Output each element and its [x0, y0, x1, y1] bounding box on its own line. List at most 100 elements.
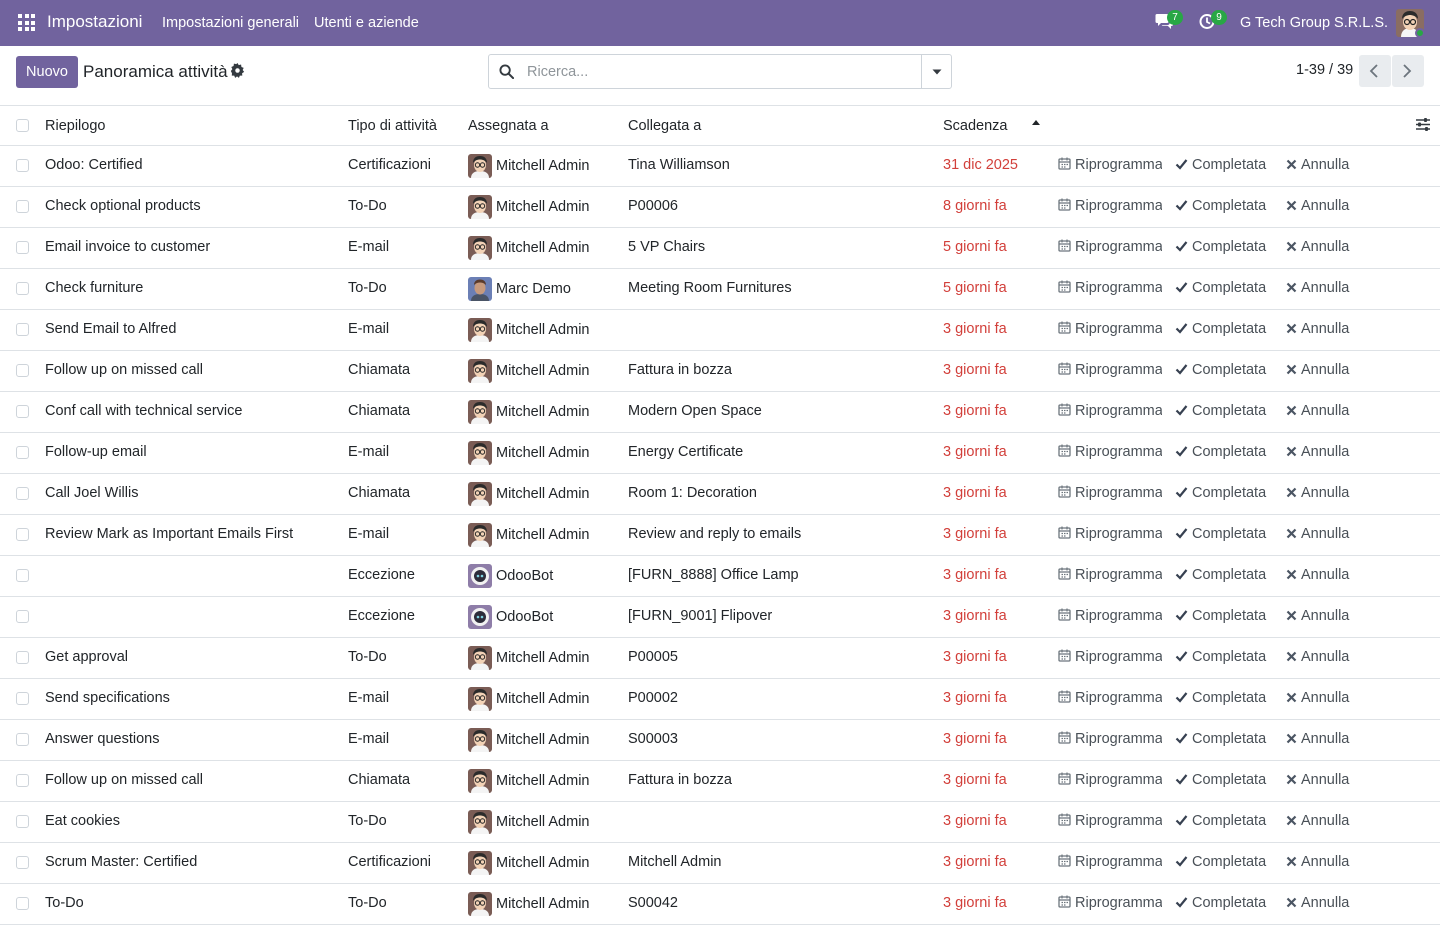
- table-row[interactable]: Email invoice to customer E-mail Mitchel…: [0, 228, 1440, 269]
- reschedule-button[interactable]: Riprogramma: [1058, 280, 1162, 296]
- column-activity-type[interactable]: Tipo di attività: [348, 118, 437, 134]
- row-checkbox[interactable]: [16, 692, 29, 705]
- menu-users-companies[interactable]: Utenti e aziende: [314, 15, 419, 31]
- row-checkbox[interactable]: [16, 241, 29, 254]
- mark-done-button[interactable]: Completata: [1175, 403, 1266, 419]
- column-summary[interactable]: Riepilogo: [45, 118, 105, 134]
- reschedule-button[interactable]: Riprogramma: [1058, 854, 1162, 870]
- row-checkbox[interactable]: [16, 159, 29, 172]
- reschedule-button[interactable]: Riprogramma: [1058, 526, 1162, 542]
- new-button[interactable]: Nuovo: [16, 56, 78, 88]
- cancel-activity-button[interactable]: Annulla: [1286, 403, 1349, 419]
- row-checkbox[interactable]: [16, 774, 29, 787]
- search-options-toggle[interactable]: [921, 55, 951, 88]
- mark-done-button[interactable]: Completata: [1175, 157, 1266, 173]
- mark-done-button[interactable]: Completata: [1175, 608, 1266, 624]
- messages-button[interactable]: 7: [1155, 10, 1183, 35]
- gear-icon[interactable]: [230, 63, 245, 78]
- column-deadline[interactable]: Scadenza: [943, 118, 1008, 134]
- column-assigned-to[interactable]: Assegnata a: [468, 118, 549, 134]
- mark-done-button[interactable]: Completata: [1175, 813, 1266, 829]
- row-checkbox[interactable]: [16, 569, 29, 582]
- row-checkbox[interactable]: [16, 323, 29, 336]
- reschedule-button[interactable]: Riprogramma: [1058, 321, 1162, 337]
- table-row[interactable]: Call Joel Willis Chiamata Mitchell Admin…: [0, 474, 1440, 515]
- table-row[interactable]: Scrum Master: Certified Certificazioni M…: [0, 843, 1440, 884]
- mark-done-button[interactable]: Completata: [1175, 854, 1266, 870]
- row-checkbox[interactable]: [16, 446, 29, 459]
- row-checkbox[interactable]: [16, 815, 29, 828]
- reschedule-button[interactable]: Riprogramma: [1058, 895, 1162, 911]
- mark-done-button[interactable]: Completata: [1175, 649, 1266, 665]
- cancel-activity-button[interactable]: Annulla: [1286, 567, 1349, 583]
- reschedule-button[interactable]: Riprogramma: [1058, 813, 1162, 829]
- mark-done-button[interactable]: Completata: [1175, 731, 1266, 747]
- cancel-activity-button[interactable]: Annulla: [1286, 485, 1349, 501]
- table-row[interactable]: Eccezione OdooBot [FURN_8888] Office Lam…: [0, 556, 1440, 597]
- mark-done-button[interactable]: Completata: [1175, 772, 1266, 788]
- table-row[interactable]: Get approval To-Do Mitchell Admin P00005…: [0, 638, 1440, 679]
- cell-linked-to[interactable]: Review and reply to emails: [628, 526, 801, 542]
- reschedule-button[interactable]: Riprogramma: [1058, 731, 1162, 747]
- mark-done-button[interactable]: Completata: [1175, 895, 1266, 911]
- reschedule-button[interactable]: Riprogramma: [1058, 772, 1162, 788]
- pager-next-button[interactable]: [1392, 55, 1424, 87]
- cancel-activity-button[interactable]: Annulla: [1286, 362, 1349, 378]
- row-checkbox[interactable]: [16, 282, 29, 295]
- company-switcher[interactable]: G Tech Group S.R.L.S.: [1240, 15, 1388, 31]
- mark-done-button[interactable]: Completata: [1175, 567, 1266, 583]
- cancel-activity-button[interactable]: Annulla: [1286, 157, 1349, 173]
- pager-previous-button[interactable]: [1359, 55, 1391, 87]
- row-checkbox[interactable]: [16, 651, 29, 664]
- table-row[interactable]: Odoo: Certified Certificazioni Mitchell …: [0, 146, 1440, 187]
- cancel-activity-button[interactable]: Annulla: [1286, 198, 1349, 214]
- table-row[interactable]: Review Mark as Important Emails First E-…: [0, 515, 1440, 556]
- mark-done-button[interactable]: Completata: [1175, 690, 1266, 706]
- cancel-activity-button[interactable]: Annulla: [1286, 526, 1349, 542]
- app-menu-grid-icon[interactable]: [18, 14, 35, 31]
- cancel-activity-button[interactable]: Annulla: [1286, 239, 1349, 255]
- cancel-activity-button[interactable]: Annulla: [1286, 813, 1349, 829]
- reschedule-button[interactable]: Riprogramma: [1058, 690, 1162, 706]
- cell-linked-to[interactable]: Fattura in bozza: [628, 772, 732, 788]
- reschedule-button[interactable]: Riprogramma: [1058, 157, 1162, 173]
- cancel-activity-button[interactable]: Annulla: [1286, 321, 1349, 337]
- row-checkbox[interactable]: [16, 528, 29, 541]
- table-row[interactable]: Follow up on missed call Chiamata Mitche…: [0, 761, 1440, 802]
- mark-done-button[interactable]: Completata: [1175, 444, 1266, 460]
- reschedule-button[interactable]: Riprogramma: [1058, 649, 1162, 665]
- table-row[interactable]: Check furniture To-Do Marc Demo Meeting …: [0, 269, 1440, 310]
- cell-linked-to[interactable]: S00003: [628, 731, 678, 747]
- mark-done-button[interactable]: Completata: [1175, 362, 1266, 378]
- cell-linked-to[interactable]: Modern Open Space: [628, 403, 762, 419]
- row-checkbox[interactable]: [16, 364, 29, 377]
- cell-linked-to[interactable]: Energy Certificate: [628, 444, 743, 460]
- menu-general-settings[interactable]: Impostazioni generali: [162, 15, 299, 31]
- table-row[interactable]: Follow up on missed call Chiamata Mitche…: [0, 351, 1440, 392]
- cell-linked-to[interactable]: Tina Williamson: [628, 157, 730, 173]
- row-checkbox[interactable]: [16, 487, 29, 500]
- table-row[interactable]: Send specifications E-mail Mitchell Admi…: [0, 679, 1440, 720]
- table-row[interactable]: Eccezione OdooBot [FURN_9001] Flipover 3…: [0, 597, 1440, 638]
- cell-linked-to[interactable]: Room 1: Decoration: [628, 485, 757, 501]
- row-checkbox[interactable]: [16, 200, 29, 213]
- cell-linked-to[interactable]: S00042: [628, 895, 678, 911]
- reschedule-button[interactable]: Riprogramma: [1058, 567, 1162, 583]
- reschedule-button[interactable]: Riprogramma: [1058, 403, 1162, 419]
- cancel-activity-button[interactable]: Annulla: [1286, 731, 1349, 747]
- reschedule-button[interactable]: Riprogramma: [1058, 444, 1162, 460]
- table-row[interactable]: Eat cookies To-Do Mitchell Admin 3 giorn…: [0, 802, 1440, 843]
- table-row[interactable]: Follow-up email E-mail Mitchell Admin En…: [0, 433, 1440, 474]
- select-all-checkbox[interactable]: [16, 119, 29, 132]
- table-row[interactable]: Answer questions E-mail Mitchell Admin S…: [0, 720, 1440, 761]
- mark-done-button[interactable]: Completata: [1175, 526, 1266, 542]
- column-linked-to[interactable]: Collegata a: [628, 118, 701, 134]
- cell-linked-to[interactable]: Fattura in bozza: [628, 362, 732, 378]
- row-checkbox[interactable]: [16, 610, 29, 623]
- app-name[interactable]: Impostazioni: [47, 12, 142, 32]
- reschedule-button[interactable]: Riprogramma: [1058, 608, 1162, 624]
- cell-linked-to[interactable]: [FURN_8888] Office Lamp: [628, 567, 799, 583]
- cancel-activity-button[interactable]: Annulla: [1286, 649, 1349, 665]
- row-checkbox[interactable]: [16, 405, 29, 418]
- cell-linked-to[interactable]: P00005: [628, 649, 678, 665]
